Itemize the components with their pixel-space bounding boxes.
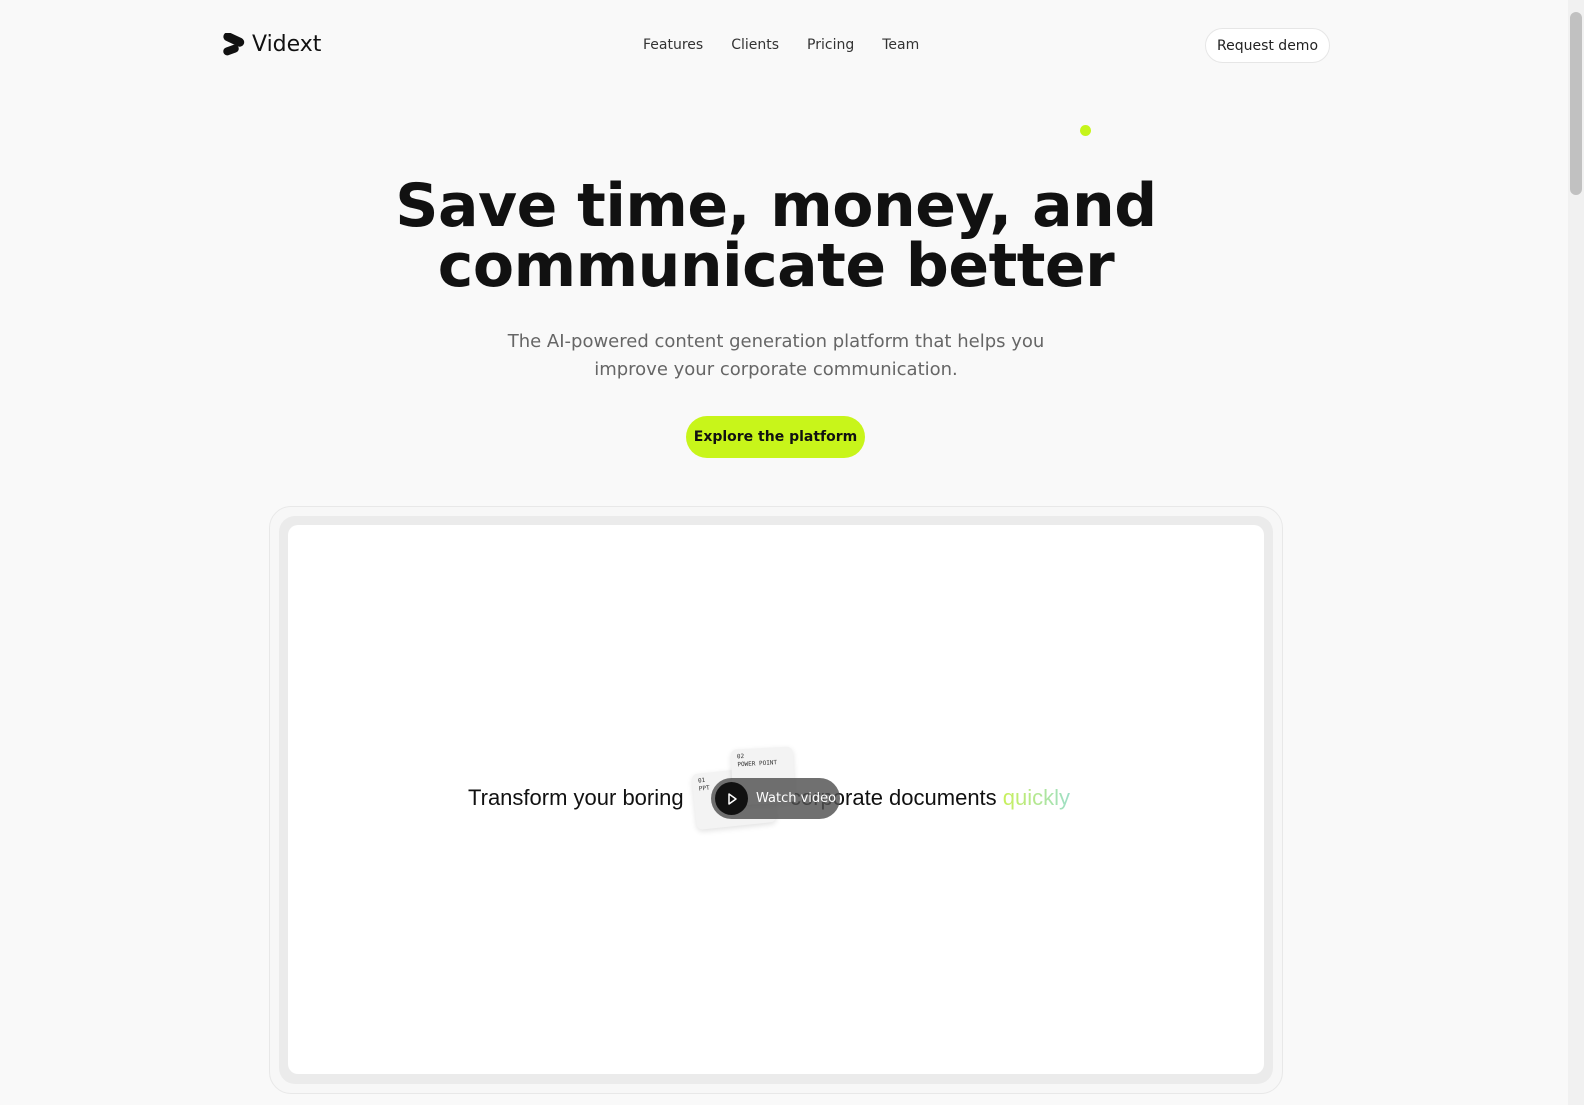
nav-clients[interactable]: Clients: [731, 37, 779, 53]
nav-pricing[interactable]: Pricing: [807, 37, 854, 53]
logo[interactable]: Vidext: [222, 32, 321, 57]
card-label: POWER POINT: [737, 759, 778, 769]
top-nav: Vidext Features Clients Pricing Team Req…: [0, 28, 1552, 64]
hero-title: Save time, money, and communicate better: [0, 176, 1552, 296]
logo-icon: [223, 32, 245, 55]
watch-video-button[interactable]: Watch video: [711, 778, 840, 819]
nav-team[interactable]: Team: [882, 37, 919, 53]
scrollbar[interactable]: [1568, 0, 1584, 1105]
video-text-highlight: quickly: [1002, 785, 1071, 810]
video-text-before: Transform your boring: [468, 785, 684, 810]
subtitle-line2: improve your corporate communication.: [594, 359, 958, 380]
hero-title-line2: communicate better: [437, 231, 1115, 301]
accent-dot: [1080, 125, 1091, 136]
scrollbar-thumb[interactable]: [1570, 12, 1582, 195]
hero-subtitle: The AI-powered content generation platfo…: [0, 328, 1552, 384]
request-demo-button[interactable]: Request demo: [1205, 28, 1330, 63]
explore-platform-button[interactable]: Explore the platform: [686, 416, 865, 458]
watch-video-label: Watch video: [756, 791, 837, 806]
play-icon: [715, 782, 748, 815]
brand-name: Vidext: [252, 32, 322, 57]
subtitle-line1: The AI-powered content generation platfo…: [507, 331, 1045, 352]
nav-features[interactable]: Features: [643, 37, 703, 53]
